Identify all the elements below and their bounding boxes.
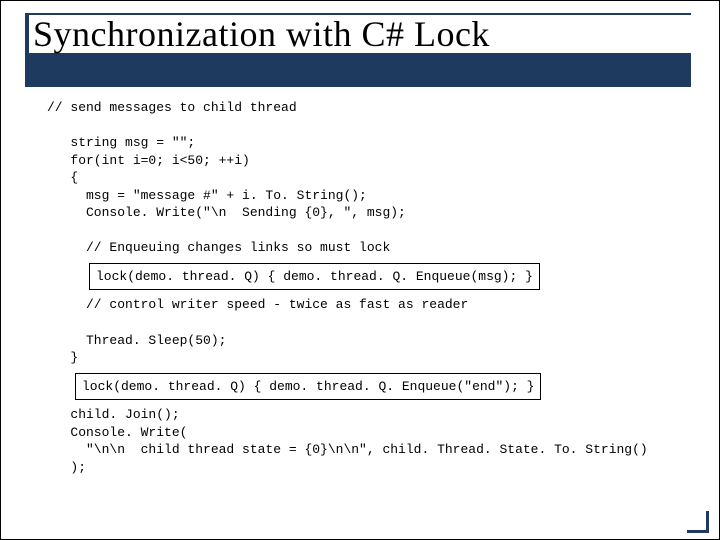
code-line: Console. Write("\n Sending {0}, ", msg);	[47, 204, 685, 222]
corner-accent	[687, 511, 709, 533]
code-line: // Enqueuing changes links so must lock	[47, 239, 685, 257]
code-line	[47, 222, 685, 240]
code-block: // send messages to child thread string …	[47, 99, 685, 476]
code-line: Console. Write(	[47, 424, 685, 442]
code-line: );	[47, 459, 685, 477]
title-region: Synchronization with C# Lock	[25, 13, 691, 81]
lock-box-2-wrap: lock(demo. thread. Q) { demo. thread. Q.…	[75, 373, 685, 401]
code-line: for(int i=0; i<50; ++i)	[47, 152, 685, 170]
lock-box-1: lock(demo. thread. Q) { demo. thread. Q.…	[89, 263, 540, 291]
code-line: Thread. Sleep(50);	[47, 332, 685, 350]
code-line: {	[47, 169, 685, 187]
title-bar	[25, 53, 691, 87]
code-line: // send messages to child thread	[47, 99, 685, 117]
slide: Synchronization with C# Lock // send mes…	[0, 0, 720, 540]
lock-box-1-wrap: lock(demo. thread. Q) { demo. thread. Q.…	[89, 263, 685, 291]
code-line	[47, 117, 685, 135]
code-line: string msg = "";	[47, 134, 685, 152]
code-line: }	[47, 349, 685, 367]
code-line	[47, 314, 685, 332]
code-line: child. Join();	[47, 406, 685, 424]
slide-title: Synchronization with C# Lock	[33, 13, 490, 55]
code-line: // control writer speed - twice as fast …	[47, 296, 685, 314]
code-line: "\n\n child thread state = {0}\n\n", chi…	[47, 441, 685, 459]
code-line: msg = "message #" + i. To. String();	[47, 187, 685, 205]
lock-box-2: lock(demo. thread. Q) { demo. thread. Q.…	[75, 373, 541, 401]
